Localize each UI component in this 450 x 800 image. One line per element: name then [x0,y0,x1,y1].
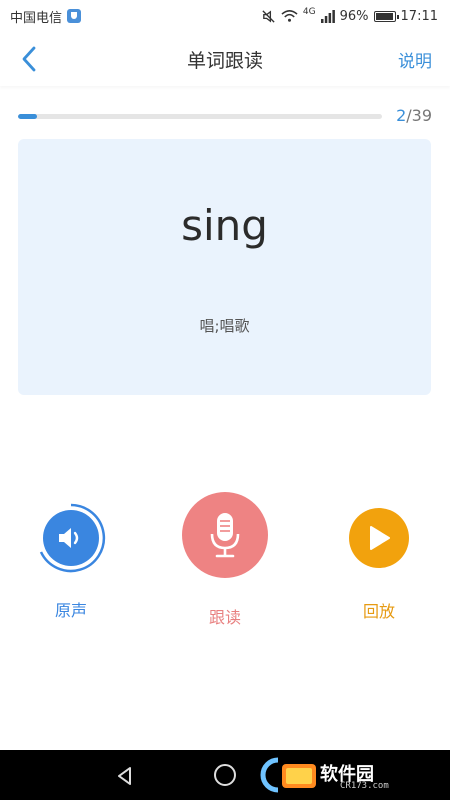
progress-counter: 2/39 [396,106,432,125]
follow-read-label[interactable]: 跟读 [209,604,241,628]
original-audio-button[interactable] [38,503,106,573]
carrier-name: 中国电信 [10,10,63,26]
record-button[interactable] [182,492,268,578]
status-right: 4G 96% 17:11 [261,7,438,24]
wifi-icon [281,10,298,22]
battery-percent: 96% [339,8,369,24]
watermark-badge-icon [260,757,316,793]
system-back-icon[interactable] [114,765,136,787]
help-button[interactable]: 说明 [398,47,432,72]
chevron-left-icon [22,46,36,72]
security-shield-icon [67,9,82,23]
word-card: sing 唱;唱歌 [18,139,431,395]
app-screen: 中国电信 4G 96% 17:11 单词跟读 说明 2/39 sing 唱;唱歌… [0,0,450,800]
nav-bar: 单词跟读 说明 [0,32,450,86]
mute-icon [262,9,275,23]
battery-icon [373,10,399,22]
progress-bar [18,114,382,119]
progress-total: /39 [406,106,432,125]
playing-ring-icon [39,503,106,573]
play-icon [370,526,390,550]
original-audio-control: 原声 [38,492,106,621]
clock: 17:11 [400,8,438,24]
playback-label[interactable]: 回放 [363,598,395,622]
original-audio-label[interactable]: 原声 [55,597,87,621]
watermark-subtext: CR173.com [340,781,389,791]
watermark-logo: 软件园 CR173.com [256,754,436,796]
follow-read-control: 跟读 [182,492,268,628]
progress-row: 2/39 [18,106,432,128]
status-bar: 中国电信 4G 96% 17:11 [0,0,450,32]
playback-control: 回放 [349,492,409,622]
word-text: sing [181,201,268,250]
word-meaning: 唱;唱歌 [199,317,250,335]
progress-fill [18,114,37,119]
page-title: 单词跟读 [186,49,263,72]
back-button[interactable] [12,42,46,76]
signal-icon [320,9,335,23]
microphone-icon [210,513,240,558]
system-home-icon[interactable] [214,764,236,786]
system-nav-bar: 软件园 CR173.com [0,750,450,800]
progress-current: 2 [396,106,407,125]
playback-button[interactable] [349,508,409,568]
network-type: 4G [302,7,316,17]
status-left: 中国电信 [10,7,82,26]
